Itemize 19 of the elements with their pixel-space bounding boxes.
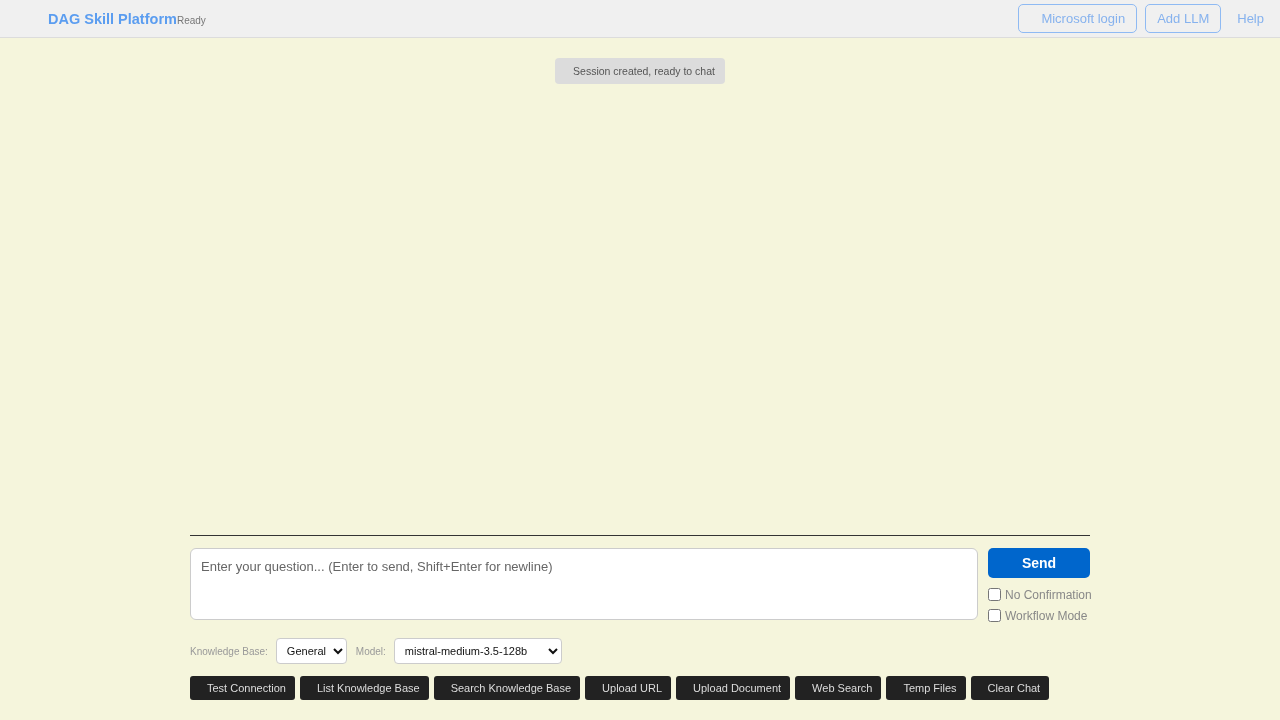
system-message: Session created, ready to chat bbox=[555, 58, 725, 84]
send-button[interactable]: Send bbox=[988, 548, 1090, 578]
action-button[interactable]: Web Search bbox=[795, 676, 882, 700]
app-title: DAG Skill Platform bbox=[48, 10, 177, 27]
field-label: Model: bbox=[355, 645, 386, 657]
action-button[interactable]: Search Knowledge Base bbox=[433, 676, 581, 700]
action-button[interactable]: Temp Files bbox=[886, 676, 966, 700]
status-text: Ready bbox=[176, 14, 206, 26]
action-button[interactable]: Upload Document bbox=[676, 676, 791, 700]
question-input[interactable]: Enter your question... (Enter to send, Shift+Enter for newline) bbox=[190, 548, 978, 620]
action-button[interactable]: Upload URL bbox=[585, 676, 671, 700]
field-label: Knowledge Base: bbox=[190, 645, 268, 657]
action-button[interactable]: List Knowledge Base bbox=[299, 676, 429, 700]
action-button[interactable]: Clear Chat bbox=[970, 676, 1050, 700]
checkbox[interactable] bbox=[988, 609, 1001, 622]
action-button[interactable]: Test Connection bbox=[190, 676, 295, 700]
dropdown[interactable]: mistral-medium-3.5-128b bbox=[393, 638, 562, 664]
checkbox[interactable] bbox=[988, 588, 1001, 601]
dropdown[interactable]: General bbox=[275, 638, 347, 664]
